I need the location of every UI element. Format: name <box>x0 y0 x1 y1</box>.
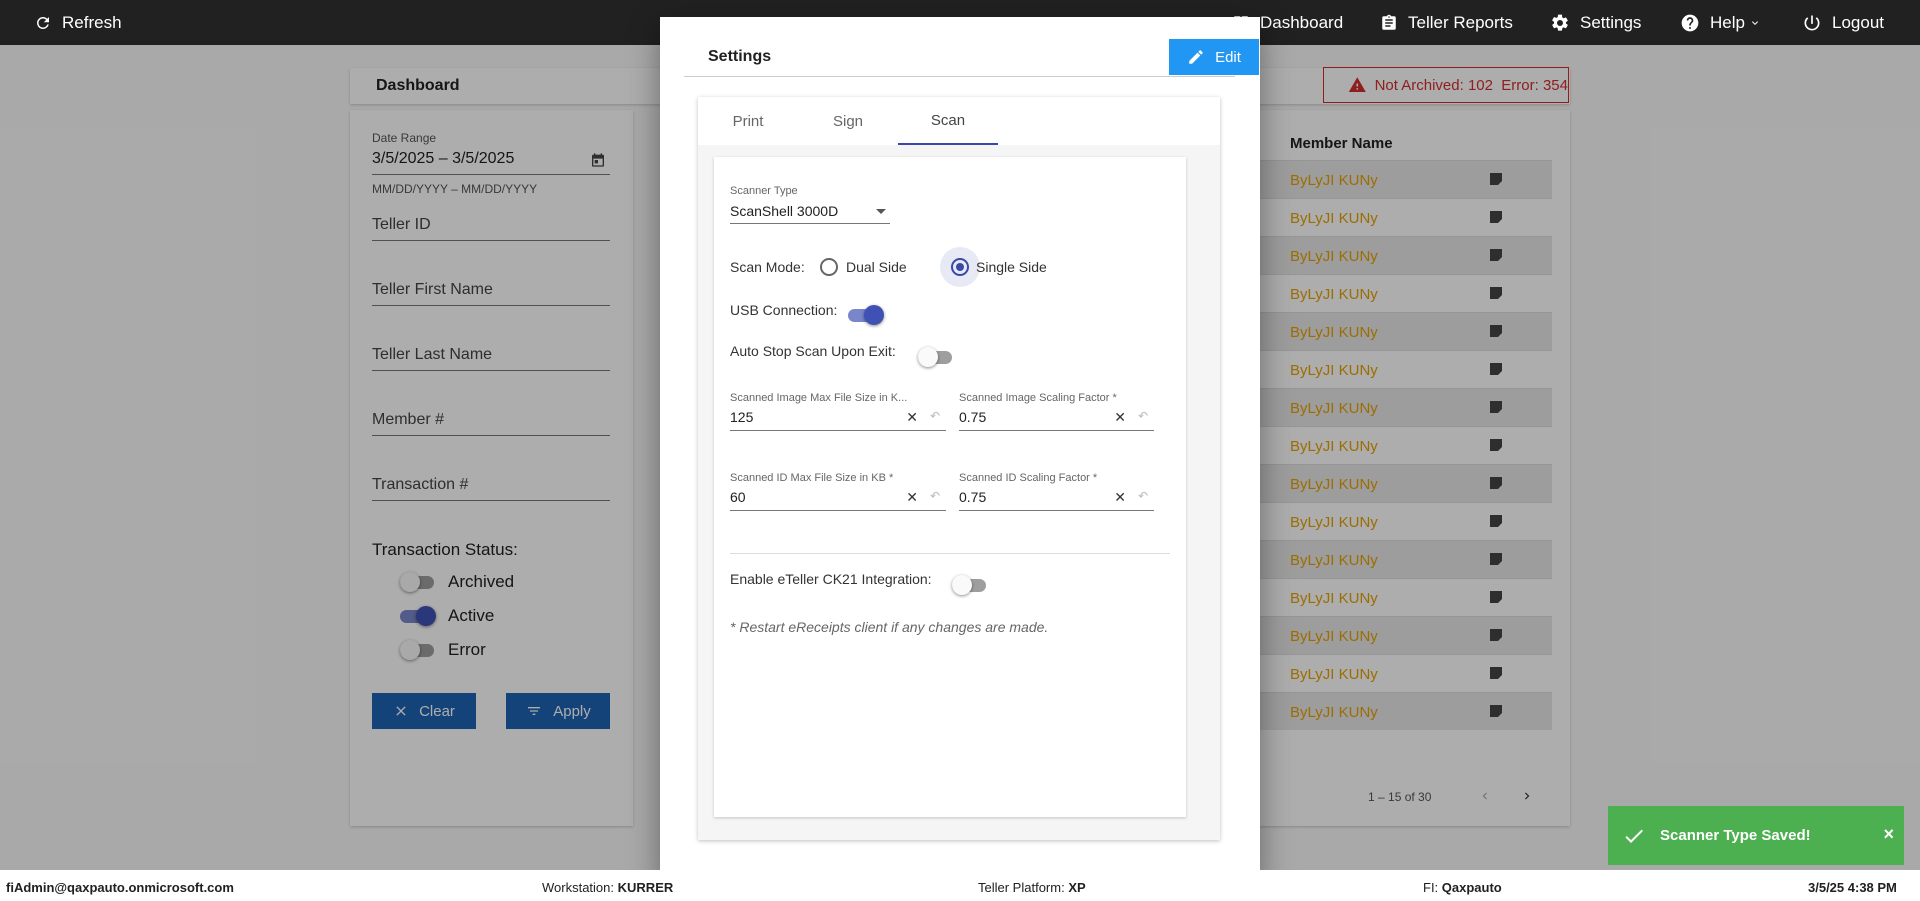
scan-tab-body: Scanner Type ScanShell 3000D Scan Mode: … <box>698 145 1220 840</box>
footer-workstation: Workstation: KURRER <box>542 880 673 895</box>
footer-datetime: 3/5/25 4:38 PM <box>1808 880 1897 895</box>
refresh-icon <box>36 16 49 29</box>
dropdown-caret-icon <box>876 209 886 214</box>
fi-value: Qaxpauto <box>1441 880 1502 895</box>
help-menu-button[interactable]: Help <box>1680 0 1761 45</box>
teller-reports-button[interactable]: Teller Reports <box>1380 0 1513 45</box>
toast-message: Scanner Type Saved! <box>1660 827 1811 844</box>
clear-icon[interactable]: ✕ <box>1114 409 1126 426</box>
chevron-down-icon <box>1751 20 1758 25</box>
ck21-label: Enable eTeller CK21 Integration: <box>730 571 932 587</box>
logout-button[interactable]: Logout <box>1802 0 1884 45</box>
image-scaling-value: 0.75 <box>959 409 987 425</box>
settings-dialog: Settings Edit Print Sign Scan Scanner Ty… <box>660 17 1260 884</box>
scanner-type-label: Scanner Type <box>730 185 798 197</box>
dual-side-radio[interactable] <box>820 258 838 276</box>
settings-button[interactable]: Settings <box>1550 0 1641 45</box>
dashboard-label: Dashboard <box>1260 12 1344 32</box>
scanner-type-select[interactable]: ScanShell 3000D <box>730 203 890 224</box>
image-max-size-value: 125 <box>730 409 754 425</box>
image-scaling-input[interactable]: 0.75 ✕ ↶ <box>959 409 1154 431</box>
success-toast: Scanner Type Saved! × <box>1608 806 1904 865</box>
restart-note: * Restart eReceipts client if any change… <box>730 619 1049 635</box>
section-divider <box>730 553 1170 554</box>
clipboard-icon <box>1382 14 1396 30</box>
dual-side-label: Dual Side <box>846 259 907 275</box>
id-scaling-value: 0.75 <box>959 489 987 505</box>
scan-settings-card: Scanner Type ScanShell 3000D Scan Mode: … <box>714 157 1186 817</box>
clear-icon[interactable]: ✕ <box>906 409 918 426</box>
auto-stop-label: Auto Stop Scan Upon Exit: <box>730 343 896 359</box>
image-max-size-input[interactable]: 125 ✕ ↶ <box>730 409 946 431</box>
tab-print[interactable]: Print <box>698 97 798 145</box>
edit-label: Edit <box>1215 48 1241 66</box>
image-scaling-label: Scanned Image Scaling Factor * <box>959 392 1117 404</box>
settings-label: Settings <box>1580 12 1642 32</box>
undo-icon[interactable]: ↶ <box>930 409 940 423</box>
usb-connection-toggle[interactable] <box>848 305 884 325</box>
fi-label: FI: <box>1423 880 1439 895</box>
edit-button[interactable]: Edit <box>1169 39 1259 75</box>
clear-icon[interactable]: ✕ <box>906 489 918 506</box>
checkmark-icon <box>1625 829 1643 843</box>
id-max-size-input[interactable]: 60 ✕ ↶ <box>730 489 946 511</box>
undo-icon[interactable]: ↶ <box>930 489 940 503</box>
tab-sign[interactable]: Sign <box>798 97 898 145</box>
workstation-value: KURRER <box>617 880 674 895</box>
settings-tabs: Print Sign Scan Scanner Type ScanShell 3… <box>698 97 1220 840</box>
footer-fi: FI: Qaxpauto <box>1423 880 1502 895</box>
footer-platform: Teller Platform: XP <box>978 880 1086 895</box>
toast-close-button[interactable]: × <box>1883 824 1894 845</box>
undo-icon[interactable]: ↶ <box>1138 409 1148 423</box>
help-icon <box>1681 14 1699 31</box>
image-max-size-label: Scanned Image Max File Size in K... <box>730 392 908 404</box>
undo-icon[interactable]: ↶ <box>1138 489 1148 503</box>
tab-scan[interactable]: Scan <box>898 97 998 145</box>
teller-reports-label: Teller Reports <box>1408 12 1513 32</box>
usb-connection-label: USB Connection: <box>730 302 838 318</box>
help-label: Help <box>1710 12 1745 32</box>
dialog-header: Settings Edit <box>684 39 1259 77</box>
scanner-type-value: ScanShell 3000D <box>730 203 839 219</box>
id-max-size-label: Scanned ID Max File Size in KB * <box>730 472 894 484</box>
dialog-title: Settings <box>708 48 772 65</box>
refresh-button[interactable]: Refresh <box>34 0 122 45</box>
id-scaling-input[interactable]: 0.75 ✕ ↶ <box>959 489 1154 511</box>
gear-icon <box>1552 14 1568 31</box>
platform-label: Teller Platform: <box>978 880 1065 895</box>
footer-user: fiAdmin@qaxpauto.onmicrosoft.com <box>6 880 234 895</box>
power-icon <box>1804 15 1820 30</box>
status-footer: fiAdmin@qaxpauto.onmicrosoft.com Worksta… <box>0 870 1920 901</box>
ck21-toggle[interactable] <box>952 575 988 595</box>
id-scaling-label: Scanned ID Scaling Factor * <box>959 472 1098 484</box>
auto-stop-toggle[interactable] <box>918 347 954 367</box>
workstation-label: Workstation: <box>542 880 615 895</box>
refresh-label: Refresh <box>62 12 122 32</box>
id-max-size-value: 60 <box>730 489 746 505</box>
scan-mode-label: Scan Mode: <box>730 259 805 275</box>
platform-value: XP <box>1068 880 1086 895</box>
single-side-label: Single Side <box>976 259 1047 275</box>
logout-label: Logout <box>1832 12 1884 32</box>
pencil-icon <box>1189 50 1203 64</box>
clear-icon[interactable]: ✕ <box>1114 489 1126 506</box>
single-side-radio[interactable] <box>951 258 969 276</box>
